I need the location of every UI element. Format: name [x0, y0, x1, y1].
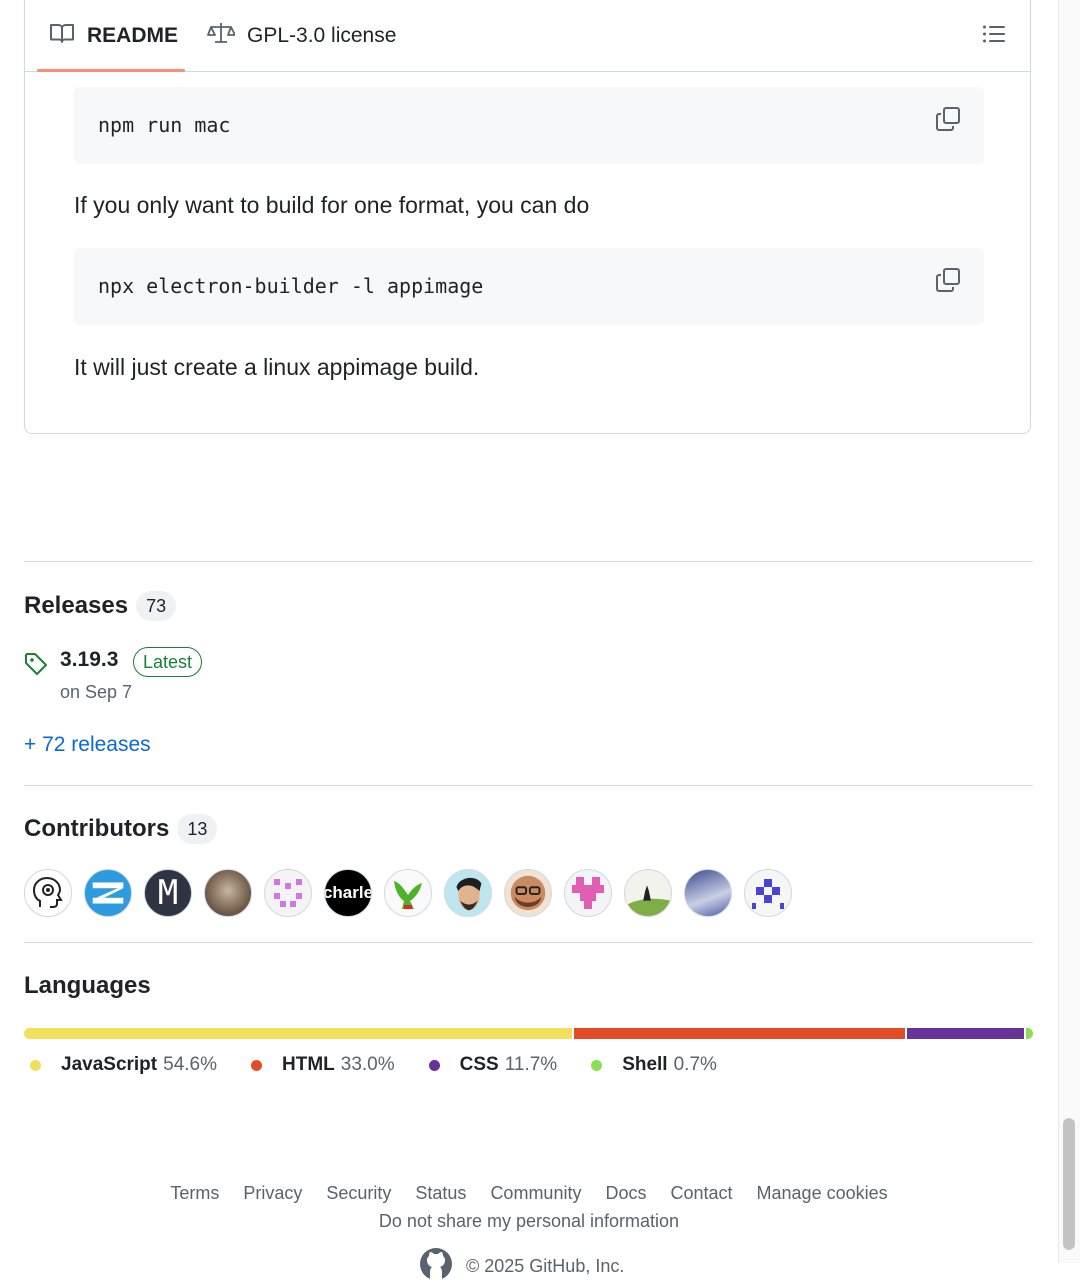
avatar[interactable] — [264, 869, 312, 917]
tab-license[interactable]: GPL-3.0 license — [207, 0, 396, 71]
contributors-heading[interactable]: Contributors 13 — [24, 814, 218, 844]
latest-badge: Latest — [133, 647, 203, 677]
releases-counter: 73 — [136, 591, 177, 621]
footer-copyright: © 2025 GitHub, Inc. — [466, 1256, 625, 1276]
footer-link-docs[interactable]: Docs — [605, 1183, 646, 1204]
contributors-counter: 13 — [177, 814, 218, 844]
language-percent: 0.7% — [673, 1054, 717, 1075]
language-item[interactable]: CSS 11.7% — [428, 1054, 558, 1076]
readme-tab-bar: README GPL-3.0 license — [25, 0, 1031, 72]
language-name: Shell — [622, 1054, 668, 1075]
footer-link-security[interactable]: Security — [326, 1183, 391, 1204]
language-color-dot — [428, 1059, 440, 1071]
scale-icon — [207, 21, 247, 51]
footer-link-manage-cookies[interactable]: Manage cookies — [757, 1183, 888, 1204]
readme-paragraph: It will just create a linux appimage bui… — [74, 354, 480, 380]
language-color-dot — [251, 1059, 262, 1071]
copy-icon — [935, 267, 961, 298]
book-icon — [49, 22, 87, 50]
avatar[interactable] — [504, 869, 552, 917]
copy-button[interactable] — [934, 267, 962, 298]
copy-button[interactable] — [934, 106, 962, 137]
footer-link-contact[interactable]: Contact — [670, 1183, 732, 1204]
avatar-text: charle — [324, 883, 372, 902]
language-segment-shell — [1025, 1028, 1033, 1039]
avatar-letter: M — [157, 873, 179, 913]
avatar[interactable] — [84, 869, 132, 917]
tab-readme[interactable]: README — [37, 0, 185, 72]
tab-readme-label: README — [87, 23, 179, 47]
avatar[interactable]: M — [144, 869, 192, 917]
language-name: CSS — [459, 1054, 499, 1075]
section-divider — [24, 942, 1033, 943]
tab-license-label: GPL-3.0 license — [247, 23, 397, 47]
language-name: JavaScript — [61, 1054, 158, 1075]
language-color-dot — [30, 1059, 41, 1071]
footer-copyright-row: © 2025 GitHub, Inc. — [420, 1248, 624, 1285]
language-percent: 11.7% — [504, 1054, 558, 1075]
footer-link-community[interactable]: Community — [490, 1183, 581, 1204]
avatar[interactable] — [384, 869, 432, 917]
more-releases-link[interactable]: + 72 releases — [24, 733, 151, 757]
code-text: npx electron-builder -l appimage — [98, 274, 484, 298]
footer-link-status[interactable]: Status — [415, 1183, 466, 1204]
contributors-title: Contributors — [24, 815, 170, 842]
scrollbar-thumb[interactable] — [1063, 1118, 1075, 1250]
section-divider — [24, 561, 1033, 562]
avatar[interactable] — [564, 869, 612, 917]
list-unordered-icon — [982, 24, 1006, 49]
tag-icon — [24, 652, 48, 681]
avatar[interactable] — [204, 869, 252, 917]
avatar[interactable] — [744, 869, 792, 917]
readme-paragraph: If you only want to build for one format… — [74, 192, 590, 218]
release-version[interactable]: 3.19.3 — [60, 648, 118, 672]
language-percent: 33.0% — [340, 1054, 395, 1075]
release-date: on Sep 7 — [60, 682, 133, 702]
avatar[interactable] — [624, 869, 672, 917]
avatar[interactable] — [24, 869, 72, 917]
language-segment-javascript — [24, 1028, 572, 1039]
language-item[interactable]: Shell 0.7% — [591, 1054, 717, 1076]
footer-link-terms[interactable]: Terms — [170, 1183, 219, 1204]
languages-list: JavaScript 54.6% HTML 33.0% CSS 11.7% Shell 0.7… — [30, 1054, 751, 1076]
language-color-dot — [591, 1059, 603, 1071]
avatar[interactable]: charle — [324, 869, 372, 917]
avatar[interactable] — [444, 869, 492, 917]
language-percent: 54.6% — [163, 1054, 217, 1075]
releases-heading[interactable]: Releases 73 — [24, 591, 177, 621]
scrollbar-track[interactable] — [1058, 0, 1080, 1263]
copy-icon — [935, 106, 961, 137]
language-segment-html — [573, 1028, 905, 1039]
code-block: npx electron-builder -l appimage — [74, 248, 984, 325]
releases-title: Releases — [24, 592, 129, 619]
language-segment-css — [906, 1028, 1024, 1039]
footer-links: Terms Privacy Security Status Community Docs C… — [0, 1183, 1058, 1204]
outline-button[interactable] — [980, 22, 1008, 50]
github-logo-icon — [420, 1248, 452, 1285]
language-item[interactable]: JavaScript 54.6% — [30, 1054, 217, 1076]
footer-privacy-link[interactable]: Do not share my personal information — [0, 1211, 1058, 1232]
languages-title: Languages — [24, 972, 151, 999]
languages-bar — [24, 1028, 1033, 1039]
avatar[interactable] — [684, 869, 732, 917]
language-item[interactable]: HTML 33.0% — [251, 1054, 395, 1076]
language-name: HTML — [282, 1054, 335, 1075]
footer-link-privacy[interactable]: Privacy — [243, 1183, 302, 1204]
code-block: npm run mac — [74, 87, 984, 164]
section-divider — [24, 785, 1033, 786]
code-text: npm run mac — [98, 113, 231, 137]
repository-page: README GPL-3.0 license npm run mac If yo… — [0, 0, 1058, 1280]
